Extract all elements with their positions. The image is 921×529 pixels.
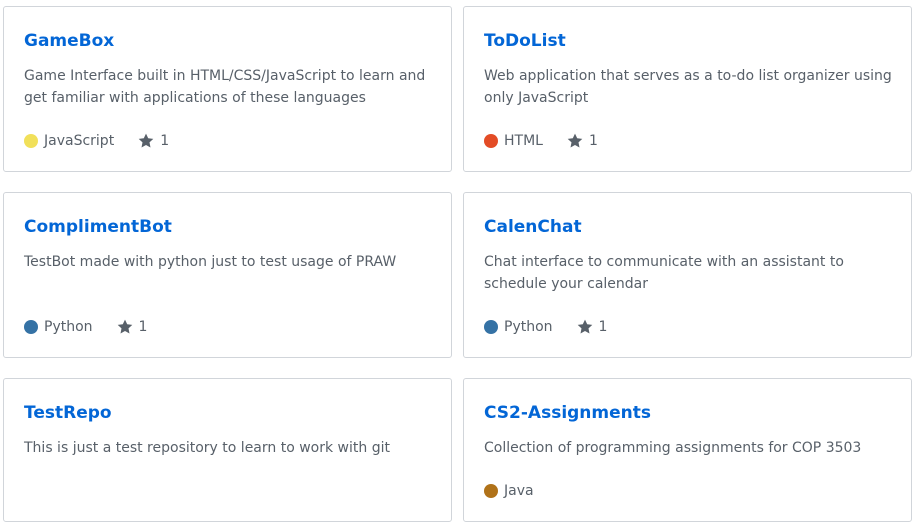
repo-meta: Python 1 — [484, 315, 607, 339]
repo-card: ToDoList Web application that serves as … — [463, 6, 912, 172]
repo-name-link[interactable]: GameBox — [24, 29, 114, 53]
repo-description: Collection of programming assignments fo… — [484, 440, 862, 456]
repo-description: Game Interface built in HTML/CSS/JavaScr… — [24, 68, 426, 106]
star-icon — [567, 133, 583, 148]
repo-card: GameBox Game Interface built in HTML/CSS… — [3, 6, 452, 172]
repo-description: Web application that serves as a to-do l… — [484, 68, 892, 106]
repo-description: TestBot made with python just to test us… — [24, 254, 397, 270]
star-count: 1 — [160, 133, 170, 149]
stargazers-link[interactable]: 1 — [577, 319, 608, 335]
language-label: Java — [504, 483, 534, 499]
repo-name-link[interactable]: ComplimentBot — [24, 215, 172, 239]
language-color-dot — [484, 484, 498, 498]
repo-meta: HTML 1 — [484, 129, 598, 153]
repo-card: TestRepo This is just a test repository … — [3, 378, 452, 522]
repo-card: CS2-Assignments Collection of programmin… — [463, 378, 912, 522]
repo-card: ComplimentBot TestBot made with python j… — [3, 192, 452, 358]
repo-meta: JavaScript 1 — [24, 129, 169, 153]
star-icon — [577, 319, 592, 334]
repo-meta: Python 1 — [24, 315, 147, 339]
language-label: Python — [504, 319, 553, 335]
language-color-dot — [484, 134, 498, 148]
star-icon — [117, 319, 132, 334]
repo-name-link[interactable]: CS2-Assignments — [484, 401, 651, 425]
star-count: 1 — [598, 319, 608, 335]
repo-description: Chat interface to communicate with an as… — [484, 254, 844, 292]
repo-name-link[interactable]: TestRepo — [24, 401, 112, 425]
language-color-dot — [24, 320, 38, 334]
language-label: JavaScript — [44, 133, 115, 149]
repo-name-link[interactable]: ToDoList — [484, 29, 566, 53]
repo-meta: Java — [484, 479, 558, 503]
star-count: 1 — [138, 319, 148, 335]
star-icon — [138, 133, 154, 148]
star-count: 1 — [588, 133, 598, 149]
stargazers-link[interactable]: 1 — [117, 319, 148, 335]
stargazers-link[interactable]: 1 — [567, 133, 598, 149]
repo-name-link[interactable]: CalenChat — [484, 215, 582, 239]
repo-description: This is just a test repository to learn … — [24, 440, 390, 456]
repo-card: CalenChat Chat interface to communicate … — [463, 192, 912, 358]
language-color-dot — [24, 134, 38, 148]
language-label: HTML — [504, 133, 543, 149]
language-label: Python — [44, 319, 93, 335]
stargazers-link[interactable]: 1 — [138, 133, 169, 149]
language-color-dot — [484, 320, 498, 334]
